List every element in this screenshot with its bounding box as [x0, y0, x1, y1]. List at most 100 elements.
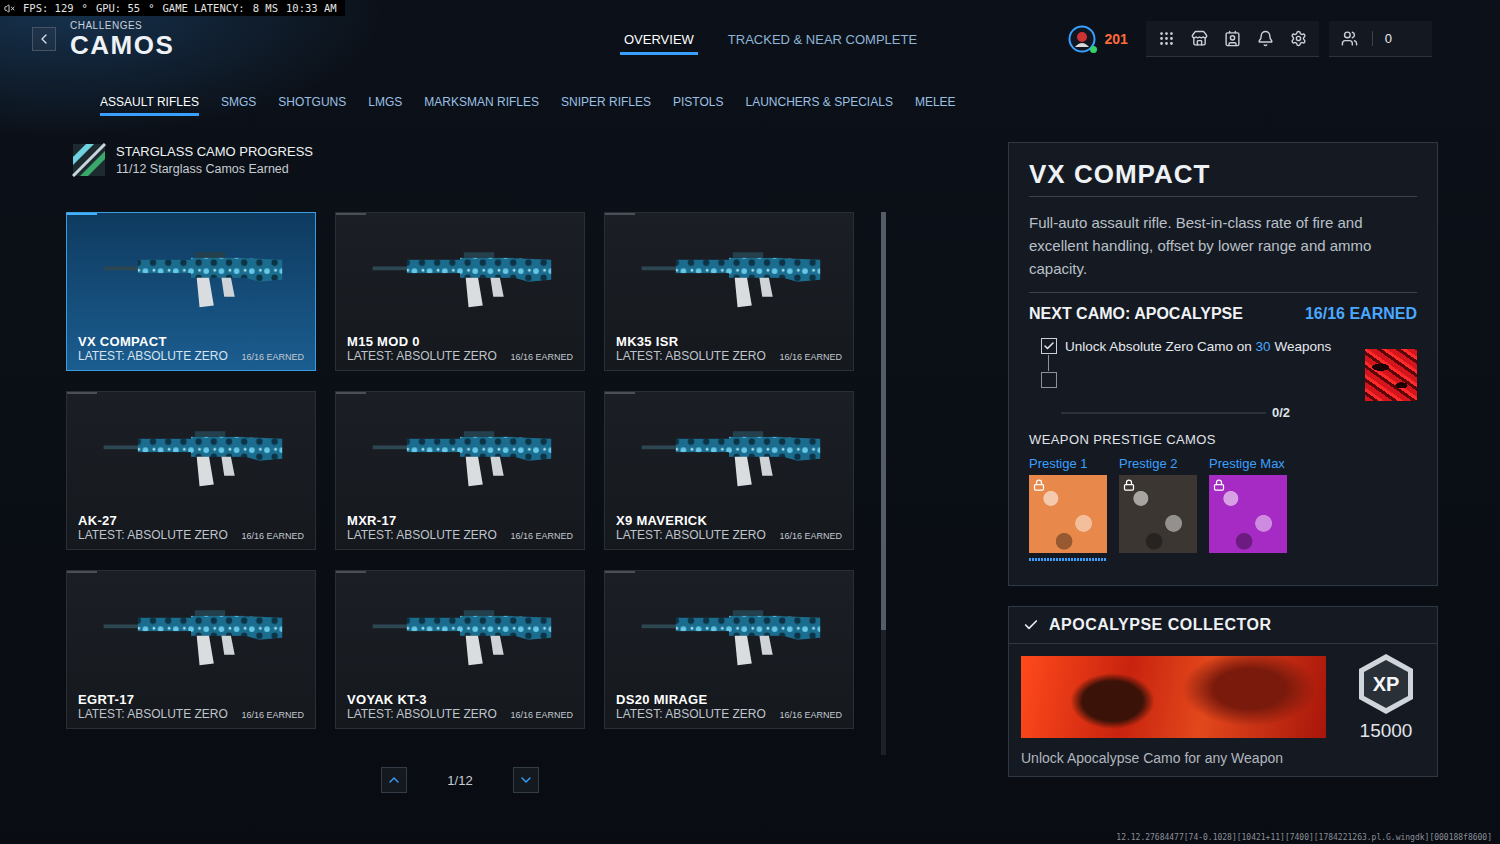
top-tab[interactable]: TRACKED & NEAR COMPLETE — [724, 24, 921, 55]
player-rank: 201 — [1104, 31, 1127, 47]
prestige-swatch — [1119, 475, 1197, 553]
card-info: AK-27LATEST: ABSOLUTE ZERO16/16 EARNED — [67, 513, 315, 549]
friends-count: 0 — [1372, 31, 1392, 46]
weapon-image-icon — [634, 237, 824, 313]
notifications-icon[interactable] — [1257, 30, 1274, 47]
checklist-connector — [1048, 355, 1049, 371]
weapon-image — [336, 573, 584, 692]
page-down-button[interactable] — [513, 767, 539, 793]
weapon-card[interactable]: VOYAK KT-3LATEST: ABSOLUTE ZERO16/16 EAR… — [335, 570, 585, 729]
page-up-button[interactable] — [381, 767, 407, 793]
prestige-swatch — [1209, 475, 1287, 553]
category-tab[interactable]: LMGS — [368, 95, 402, 116]
card-info: X9 MAVERICKLATEST: ABSOLUTE ZERO16/16 EA… — [605, 513, 853, 549]
category-tab[interactable]: PISTOLS — [673, 95, 723, 116]
weapon-image-icon — [365, 595, 555, 671]
starglass-progress: STARGLASS CAMO PROGRESS11/12 Starglass C… — [72, 142, 886, 178]
check-icon — [1043, 340, 1055, 352]
weapon-name: MXR-17 — [347, 513, 573, 528]
weapon-name: EGRT-17 — [78, 692, 304, 707]
lock-badge — [1033, 479, 1045, 491]
weapon-card[interactable]: DS20 MIRAGELATEST: ABSOLUTE ZERO16/16 EA… — [604, 570, 854, 729]
apocalypse-camo-swatch — [1365, 349, 1417, 401]
category-tab[interactable]: LAUNCHERS & SPECIALS — [746, 95, 893, 116]
prestige-camo[interactable]: Prestige 2 — [1119, 456, 1197, 561]
next-camo-row: NEXT CAMO: APOCALYPSE16/16 EARNED — [1029, 305, 1417, 323]
earned-count: 16/16 EARNED — [510, 710, 573, 720]
challenge-text: Unlock Absolute Zero Camo on 30 Weapons — [1065, 339, 1331, 354]
earned-count: 16/16 EARNED — [241, 531, 304, 541]
menu-grid-icon[interactable] — [1158, 30, 1175, 47]
collector-title: APOCALYPSE COLLECTOR — [1049, 616, 1271, 634]
category-tab[interactable]: SMGS — [221, 95, 256, 116]
weapon-card[interactable]: M15 MOD 0LATEST: ABSOLUTE ZERO16/16 EARN… — [335, 212, 585, 371]
weapon-card[interactable]: X9 MAVERICKLATEST: ABSOLUTE ZERO16/16 EA… — [604, 391, 854, 550]
weapon-name: VX COMPACT — [78, 334, 304, 349]
card-line: LATEST: ABSOLUTE ZERO16/16 EARNED — [347, 349, 573, 363]
weapon-card[interactable]: EGRT-17LATEST: ABSOLUTE ZERO16/16 EARNED — [66, 570, 316, 729]
card-indicator — [605, 213, 635, 215]
weapon-image — [605, 394, 853, 513]
card-indicator — [336, 392, 366, 394]
weapon-card[interactable]: MXR-17LATEST: ABSOLUTE ZERO16/16 EARNED — [335, 391, 585, 550]
progress-text: 0/2 — [1272, 405, 1290, 420]
weapon-card[interactable]: AK-27LATEST: ABSOLUTE ZERO16/16 EARNED — [66, 391, 316, 550]
weapon-name: MK35 ISR — [616, 334, 842, 349]
card-line: LATEST: ABSOLUTE ZERO16/16 EARNED — [616, 349, 842, 363]
player-emblem[interactable] — [1068, 25, 1096, 53]
lock-icon — [1213, 479, 1225, 491]
starglass-count: 11/12 Starglass Camos Earned — [116, 162, 313, 176]
back-button[interactable] — [32, 27, 56, 51]
friends-icon[interactable] — [1341, 30, 1358, 47]
friends-strip: 0 — [1329, 21, 1432, 57]
scrollbar[interactable] — [881, 212, 886, 755]
category-tab[interactable]: SNIPER RIFLES — [561, 95, 651, 116]
scroll-thumb[interactable] — [881, 212, 886, 630]
online-dot — [1090, 46, 1097, 53]
category-tab[interactable]: MELEE — [915, 95, 956, 116]
performance-overlay: FPS: 129°GPU: 55°GAME LATENCY:8 MS10:33 … — [0, 0, 345, 16]
weapon-image — [67, 215, 315, 334]
weapon-card[interactable]: VX COMPACTLATEST: ABSOLUTE ZERO16/16 EAR… — [66, 212, 316, 371]
card-line: LATEST: ABSOLUTE ZERO16/16 EARNED — [78, 707, 304, 721]
lock-icon — [1033, 479, 1045, 491]
category-tab[interactable]: MARKSMAN RIFLES — [424, 95, 539, 116]
top-tab[interactable]: OVERVIEW — [620, 24, 698, 55]
weapon-image-icon — [96, 595, 286, 671]
prestige-camo[interactable]: Prestige Max — [1209, 456, 1287, 561]
prestige-camo[interactable]: Prestige 1 — [1029, 456, 1107, 561]
latest-camo: LATEST: ABSOLUTE ZERO — [347, 349, 497, 363]
card-line: LATEST: ABSOLUTE ZERO16/16 EARNED — [78, 349, 304, 363]
weapon-list: STARGLASS CAMO PROGRESS11/12 Starglass C… — [66, 142, 886, 793]
starglass-camo-icon — [72, 143, 106, 177]
xp-reward: XP15000 — [1354, 652, 1418, 742]
weapon-name: DS20 MIRAGE — [616, 692, 842, 707]
latest-camo: LATEST: ABSOLUTE ZERO — [78, 707, 228, 721]
top-tabs: OVERVIEW TRACKED & NEAR COMPLETE — [620, 24, 921, 55]
prestige-title: WEAPON PRESTIGE CAMOS — [1029, 432, 1417, 447]
card-indicator — [67, 392, 97, 394]
camos-screen: FPS: 129°GPU: 55°GAME LATENCY:8 MS10:33 … — [0, 0, 1500, 844]
player-card-icon[interactable] — [1224, 30, 1241, 47]
performance-stat: GPU: 55 — [96, 2, 140, 14]
settings-gear-icon[interactable] — [1290, 30, 1307, 47]
category-tab[interactable]: ASSAULT RIFLES — [100, 95, 199, 116]
weapon-card[interactable]: MK35 ISRLATEST: ABSOLUTE ZERO16/16 EARNE… — [604, 212, 854, 371]
latest-camo: LATEST: ABSOLUTE ZERO — [616, 349, 766, 363]
collector-description: Unlock Apocalypse Camo for any Weapon — [1009, 748, 1437, 776]
main: STARGLASS CAMO PROGRESS11/12 Starglass C… — [0, 116, 1500, 793]
store-icon[interactable] — [1191, 30, 1208, 47]
pagination: 1/12 — [66, 767, 854, 793]
earned-count: 16/16 EARNED — [510, 531, 573, 541]
card-line: LATEST: ABSOLUTE ZERO16/16 EARNED — [347, 707, 573, 721]
latest-camo: LATEST: ABSOLUTE ZERO — [616, 707, 766, 721]
challenge-checkbox — [1041, 338, 1057, 354]
prestige-label: Prestige 2 — [1119, 456, 1197, 471]
challenge-checklist: Unlock Absolute Zero Camo on 30 Weapons — [1041, 337, 1365, 389]
details-column: VX COMPACTFull-auto assault rifle. Best-… — [1008, 142, 1438, 793]
card-info: EGRT-17LATEST: ABSOLUTE ZERO16/16 EARNED — [67, 692, 315, 728]
category-tab[interactable]: SHOTGUNS — [278, 95, 346, 116]
weapon-grid: VX COMPACTLATEST: ABSOLUTE ZERO16/16 EAR… — [66, 212, 854, 729]
card-info: VOYAK KT-3LATEST: ABSOLUTE ZERO16/16 EAR… — [336, 692, 584, 728]
card-info: DS20 MIRAGELATEST: ABSOLUTE ZERO16/16 EA… — [605, 692, 853, 728]
